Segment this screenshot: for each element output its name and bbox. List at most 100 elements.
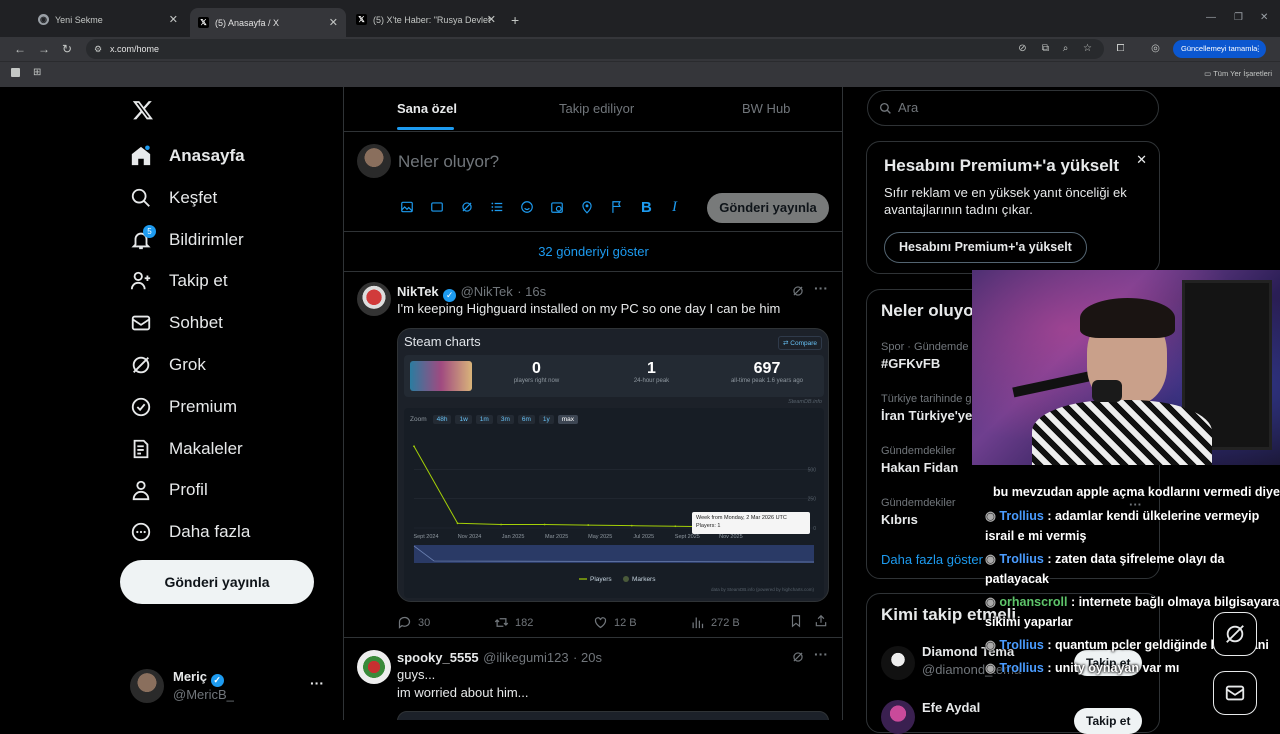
italic-icon[interactable]: I bbox=[672, 199, 686, 215]
site-info-icon[interactable]: ⚙ bbox=[94, 39, 102, 59]
nav-item-profile[interactable]: Profil bbox=[130, 475, 208, 505]
views-action[interactable]: 272 B bbox=[690, 615, 740, 630]
new-tab-icon[interactable]: + bbox=[511, 12, 519, 28]
grok-fab[interactable] bbox=[1213, 612, 1257, 656]
camera-off-icon[interactable]: ⊘ bbox=[1017, 43, 1028, 54]
trend-item[interactable]: Gündemdekiler Kıbrıs bbox=[881, 497, 956, 527]
nav-label: Takip et bbox=[169, 271, 228, 290]
zoom-option[interactable]: 1m bbox=[475, 415, 493, 424]
schedule-icon[interactable] bbox=[550, 200, 564, 214]
zoom-icon[interactable]: ⌕ bbox=[1060, 43, 1071, 54]
bold-icon[interactable]: B bbox=[641, 199, 655, 216]
close-icon[interactable]: ✕ bbox=[1136, 152, 1147, 168]
more-dots-icon[interactable]: ··· bbox=[814, 280, 828, 296]
tab-for-you[interactable]: Sana özel bbox=[397, 101, 457, 116]
nav-item-premium[interactable]: Premium bbox=[130, 392, 237, 422]
profile-icon[interactable]: ◎ bbox=[1150, 43, 1161, 54]
trends-show-more[interactable]: Daha fazla göster bbox=[881, 552, 983, 567]
trend-item[interactable]: Gündemdekiler Hakan Fidan bbox=[881, 445, 958, 475]
poll-icon[interactable] bbox=[490, 200, 504, 214]
browser-tab[interactable]: 𝕏 (5) X'te Haber: "Rusya Devlet Ba ✕ bbox=[348, 8, 504, 31]
close-window-icon[interactable]: ✕ bbox=[1260, 12, 1268, 23]
flag-icon[interactable] bbox=[610, 200, 624, 214]
zoom-option[interactable]: 6m bbox=[517, 415, 535, 424]
compose-input[interactable]: Neler oluyor? bbox=[398, 152, 499, 172]
zoom-option[interactable]: 1y bbox=[538, 415, 554, 424]
nav-item-follow[interactable]: Takip et bbox=[130, 266, 228, 296]
nav-item-home[interactable]: Anasayfa bbox=[130, 141, 245, 171]
nav-item-explore[interactable]: Keşfet bbox=[130, 183, 217, 213]
grok-icon[interactable] bbox=[791, 650, 805, 664]
x-logo-icon[interactable] bbox=[132, 99, 154, 121]
search-icon bbox=[131, 188, 150, 207]
back-icon[interactable]: ← bbox=[14, 42, 26, 56]
more-dots-icon[interactable]: ··· bbox=[814, 646, 828, 662]
apps-grid-icon[interactable]: ⊞ bbox=[33, 67, 41, 78]
tab-bw-hub[interactable]: BW Hub bbox=[742, 101, 790, 116]
update-button[interactable]: Güncellemeyi tamamla ⋮ bbox=[1173, 40, 1266, 58]
zoom-option[interactable]: max bbox=[557, 415, 579, 424]
restore-icon[interactable]: ❐ bbox=[1234, 12, 1243, 23]
tweet-author[interactable]: spooky_5555 bbox=[397, 650, 479, 665]
grok-icon[interactable] bbox=[460, 200, 474, 214]
reply-action[interactable]: 30 bbox=[397, 615, 430, 630]
retweet-action[interactable]: 182 bbox=[494, 615, 533, 630]
share-icon[interactable] bbox=[814, 614, 828, 628]
show-new-posts[interactable]: 32 gönderiyi göster bbox=[344, 232, 843, 272]
zoom-option[interactable]: 1w bbox=[455, 415, 472, 424]
tab-following[interactable]: Takip ediliyor bbox=[559, 101, 634, 116]
chat-message: ◉ Trollius : adamlar kendi ülkelerine ve… bbox=[985, 506, 1280, 546]
gif-icon[interactable] bbox=[430, 200, 444, 214]
browser-tab-active[interactable]: 𝕏 (5) Anasayfa / X ✕ bbox=[190, 8, 346, 37]
messages-fab[interactable] bbox=[1213, 671, 1257, 715]
tweet-time[interactable]: · 16s bbox=[517, 284, 546, 299]
minimize-icon[interactable]: — bbox=[1206, 12, 1216, 23]
grok-icon[interactable] bbox=[791, 284, 805, 298]
tweet-handle[interactable]: @ilikegumi123 bbox=[483, 650, 568, 665]
search-icon bbox=[879, 102, 891, 114]
tweet[interactable]: spooky_5555 @ilikegumi123 · 20s ··· guys… bbox=[344, 638, 843, 720]
nav-item-chat[interactable]: Sohbet bbox=[130, 308, 223, 338]
zoom-option[interactable]: 48h bbox=[432, 415, 452, 424]
tweet-media[interactable] bbox=[397, 711, 829, 720]
browser-tab[interactable]: ◉ Yeni Sekme ✕ bbox=[30, 8, 186, 31]
tweet-time[interactable]: · 20s bbox=[573, 650, 602, 665]
reload-icon[interactable]: ↻ bbox=[62, 42, 72, 56]
trend-item[interactable]: Spor · Gündemde #GFKvFB bbox=[881, 341, 968, 371]
install-app-icon[interactable]: ⧉ bbox=[1040, 43, 1051, 54]
bookmark-star-icon[interactable]: ☆ bbox=[1082, 43, 1093, 54]
image-icon[interactable] bbox=[400, 200, 414, 214]
trend-item[interactable]: Türkiye tarihinde g İran Türkiye'ye bbox=[881, 393, 972, 423]
tweet[interactable]: NikTek ✓ @NikTek · 16s ··· I'm keeping H… bbox=[344, 273, 843, 638]
close-tab-icon[interactable]: ✕ bbox=[169, 13, 178, 26]
account-switcher[interactable]: Meriç ✓ @MericB_ ··· bbox=[130, 669, 340, 703]
zoom-option[interactable]: 3m bbox=[496, 415, 514, 424]
nav-item-grok[interactable]: Grok bbox=[130, 350, 206, 380]
steam-chart-image[interactable]: Steam charts ⇄ Compare 0 players right n… bbox=[397, 328, 829, 602]
location-icon[interactable] bbox=[580, 200, 594, 214]
nav-item-articles[interactable]: Makaleler bbox=[130, 434, 243, 464]
nav-item-notifications[interactable]: 5 Bildirimler bbox=[130, 225, 244, 255]
square-icon[interactable] bbox=[11, 68, 20, 77]
search-input[interactable]: Ara bbox=[867, 90, 1159, 126]
like-action[interactable]: 12 B bbox=[593, 615, 637, 630]
tweet-handle[interactable]: @NikTek bbox=[461, 284, 513, 299]
address-bar[interactable]: ⚙ x.com/home bbox=[86, 39, 1104, 59]
more-dots-icon[interactable]: ··· bbox=[310, 675, 324, 691]
close-tab-icon[interactable]: ✕ bbox=[329, 16, 338, 29]
emoji-icon[interactable] bbox=[520, 200, 534, 214]
all-bookmarks[interactable]: ▭ Tüm Yer İşaretleri bbox=[1204, 69, 1272, 78]
forward-icon[interactable]: → bbox=[38, 42, 50, 56]
close-tab-icon[interactable]: ✕ bbox=[487, 13, 496, 26]
tweet-author[interactable]: NikTek bbox=[397, 284, 439, 299]
compose-post-button[interactable]: Gönderi yayınla bbox=[707, 193, 829, 223]
extensions-icon[interactable]: ⧠ bbox=[1115, 43, 1126, 54]
nav-item-more[interactable]: Daha fazla bbox=[130, 517, 250, 547]
follow-suggestion[interactable]: Efe Aydal Takip et bbox=[881, 700, 1151, 734]
premium-upgrade-button[interactable]: Hesabını Premium+'a yükselt bbox=[884, 232, 1087, 263]
tweet-text: im worried about him... bbox=[397, 685, 529, 700]
menu-dots-icon[interactable]: ⋮ bbox=[1255, 40, 1263, 58]
bookmark-icon[interactable] bbox=[789, 614, 803, 628]
follow-button[interactable]: Takip et bbox=[1074, 708, 1143, 734]
post-button[interactable]: Gönderi yayınla bbox=[120, 560, 314, 604]
